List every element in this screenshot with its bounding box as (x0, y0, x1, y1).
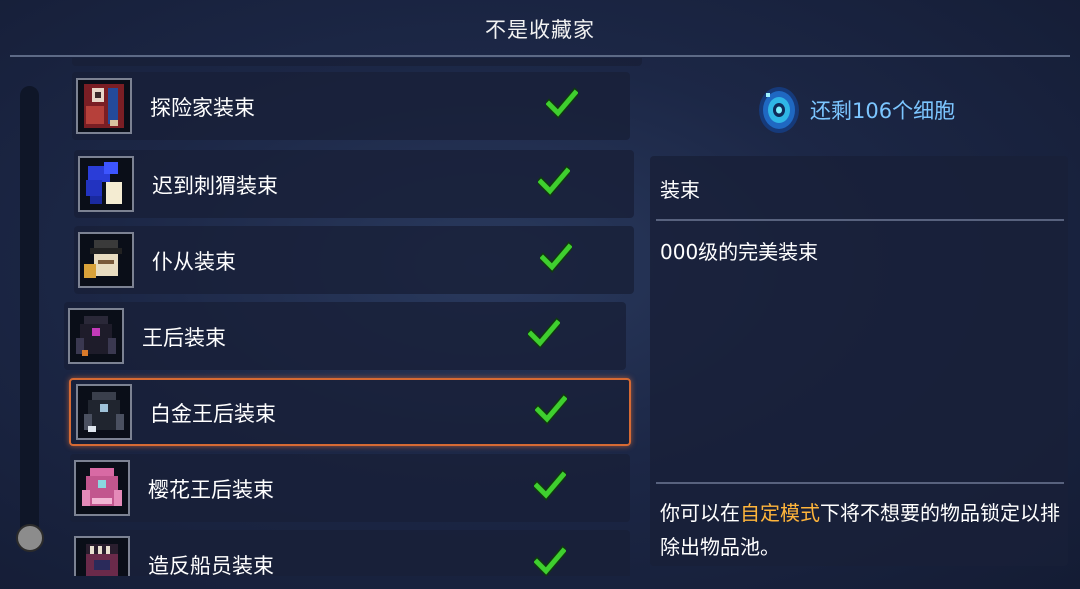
queen-outfit-icon (68, 308, 124, 364)
outfit-info-panel: 装束 000级的完美装束 你可以在自定模式下将不想要的物品锁定以排除出物品池。 (650, 156, 1068, 566)
info-category: 装束 (660, 178, 700, 202)
outfit-label: 造反船员装束 (148, 554, 274, 576)
outfit-label: 白金王后装束 (150, 402, 276, 426)
platinum-queen-outfit-icon (76, 384, 132, 440)
outfit-label: 迟到刺猬装束 (152, 174, 278, 198)
cell-icon (759, 87, 799, 133)
check-icon (528, 317, 560, 349)
outfit-item-late-hedgehog[interactable]: 迟到刺猬装束 (74, 150, 634, 218)
late-hedgehog-outfit-icon (78, 156, 134, 212)
scrollbar-track[interactable] (20, 86, 39, 542)
outfit-label: 樱花王后装束 (148, 478, 274, 502)
page-title-text: 不是收藏家 (485, 18, 595, 42)
servant-outfit-icon (78, 232, 134, 288)
page-title: 不是收藏家 (0, 0, 1080, 58)
sakura-queen-outfit-icon (74, 460, 130, 516)
title-divider (10, 55, 1070, 57)
explorer-outfit-icon (76, 78, 132, 134)
list-item-partial (72, 58, 642, 66)
hint-prefix: 你可以在 (660, 501, 740, 525)
cells-remaining-text: 还剩106个细胞 (810, 99, 956, 123)
outfit-list: 探险家装束 迟到刺猬装束 仆从装束 王后装束 白金王后装束 樱花王后装束 造反船… (60, 58, 650, 576)
info-hint: 你可以在自定模式下将不想要的物品锁定以排除出物品池。 (660, 496, 1060, 564)
cells-counter: 还剩106个细胞 (756, 82, 955, 138)
check-icon (534, 545, 566, 576)
info-divider (656, 219, 1064, 221)
check-icon (538, 165, 570, 197)
outfit-item-servant[interactable]: 仆从装束 (74, 226, 634, 294)
info-divider (656, 482, 1064, 484)
outfit-label: 探险家装束 (150, 96, 255, 120)
info-description: 000级的完美装束 (660, 240, 819, 264)
mutineer-outfit-icon (74, 536, 130, 576)
check-icon (540, 241, 572, 273)
check-icon (535, 393, 567, 425)
check-icon (534, 469, 566, 501)
check-icon (546, 87, 578, 119)
outfit-item-sakura-queen[interactable]: 樱花王后装束 (70, 454, 630, 522)
scrollbar-thumb[interactable] (16, 524, 44, 552)
outfit-item-mutineer[interactable]: 造反船员装束 (70, 530, 630, 576)
custom-mode-link: 自定模式 (740, 501, 820, 525)
outfit-item-queen[interactable]: 王后装束 (64, 302, 626, 370)
outfit-label: 王后装束 (142, 326, 226, 350)
outfit-label: 仆从装束 (152, 250, 236, 274)
outfit-item-platinum-queen[interactable]: 白金王后装束 (69, 378, 631, 446)
outfit-item-explorer[interactable]: 探险家装束 (72, 72, 630, 140)
